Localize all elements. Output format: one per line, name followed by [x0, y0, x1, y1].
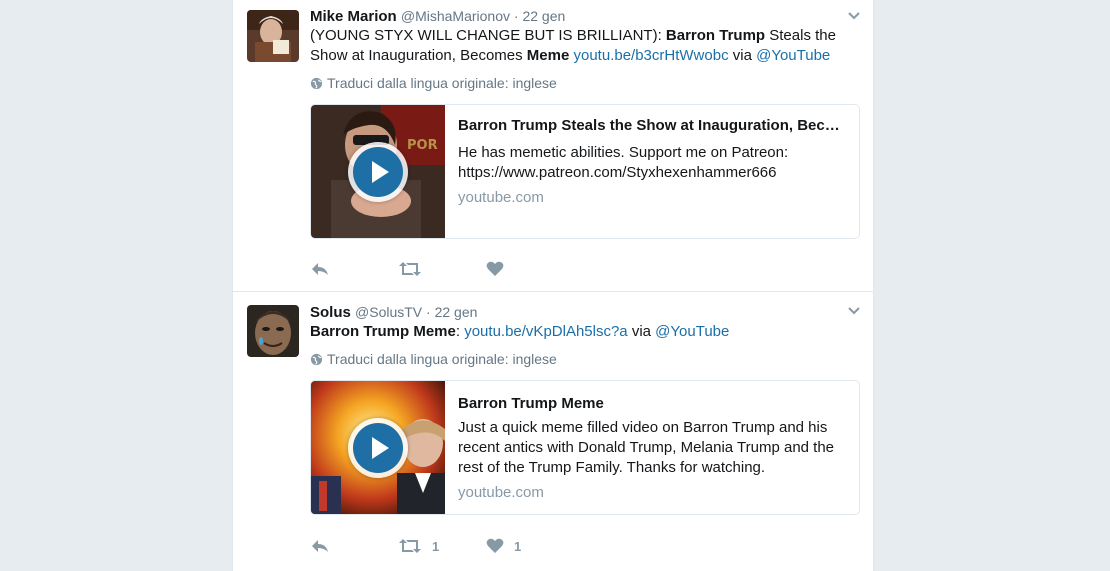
timeline: Mike Marion @MishaMarionov · 22 gen (YOU…: [232, 0, 874, 571]
author-handle[interactable]: @MishaMarionov: [401, 8, 510, 24]
tweet-actions: [310, 259, 514, 279]
tweet-header: Mike Marion @MishaMarionov · 22 gen: [310, 6, 565, 27]
reply-button[interactable]: [310, 261, 398, 277]
mention-link[interactable]: @YouTube: [655, 323, 729, 340]
text-segment: via: [728, 47, 757, 64]
video-thumbnail[interactable]: [311, 381, 445, 514]
reply-button[interactable]: [310, 538, 398, 554]
video-card[interactable]: POR Barron Trump Steals the Show at Inau…: [310, 104, 860, 239]
translate-link[interactable]: Traduci dalla lingua originale: inglese: [310, 74, 557, 92]
retweet-count: 1: [432, 538, 440, 554]
avatar[interactable]: [247, 10, 299, 62]
card-description: He has memetic abilities. Support me on …: [458, 144, 789, 181]
hashtag-bold: Meme: [526, 47, 570, 64]
timestamp[interactable]: 22 gen: [435, 304, 478, 320]
video-thumbnail[interactable]: POR: [311, 105, 445, 238]
translate-link[interactable]: Traduci dalla lingua originale: inglese: [310, 350, 557, 368]
tweet[interactable]: Solus @SolusTV · 22 gen Barron Trump Mem…: [233, 292, 873, 571]
heart-icon: [486, 261, 504, 276]
heart-icon: [486, 538, 504, 553]
tweet-link[interactable]: youtu.be/b3crHtWwobc: [574, 47, 729, 64]
chevron-down-icon[interactable]: [847, 9, 861, 23]
hashtag-bold: Barron Trump Meme: [310, 323, 456, 340]
tweet-text: Barron Trump Meme: youtu.be/vKpDlAh5lsc?…: [310, 322, 850, 342]
translate-label: Traduci dalla lingua originale: inglese: [327, 351, 557, 367]
translate-label: Traduci dalla lingua originale: inglese: [327, 75, 557, 91]
like-button[interactable]: [486, 261, 514, 277]
mention-link[interactable]: @YouTube: [756, 47, 830, 64]
video-card[interactable]: Barron Trump Meme Just a quick meme fill…: [310, 380, 860, 515]
tweet-text: (YOUNG STYX WILL CHANGE BUT IS BRILLIANT…: [310, 26, 850, 66]
avatar[interactable]: [247, 305, 299, 357]
hashtag-bold: Barron Trump: [665, 27, 766, 44]
card-body: Barron Trump Meme Just a quick meme fill…: [458, 391, 853, 503]
text-segment: :: [455, 323, 465, 340]
reply-icon: [312, 263, 328, 275]
chevron-down-icon[interactable]: [847, 304, 861, 318]
like-count: 1: [514, 538, 522, 554]
card-description: Just a quick meme filled video on Barron…: [458, 419, 835, 476]
tweet[interactable]: Mike Marion @MishaMarionov · 22 gen (YOU…: [233, 0, 873, 292]
tweet-actions: 1 1: [310, 536, 521, 556]
globe-icon: [310, 77, 323, 89]
text-segment: via: [627, 323, 656, 340]
author-handle[interactable]: @SolusTV: [355, 304, 422, 320]
retweet-icon: [399, 262, 421, 276]
svg-text:POR: POR: [407, 138, 438, 153]
separator: ·: [422, 304, 435, 320]
timestamp[interactable]: 22 gen: [522, 8, 565, 24]
card-title[interactable]: Barron Trump Meme: [458, 391, 853, 417]
tweet-link[interactable]: youtu.be/vKpDlAh5lsc?a: [464, 323, 627, 340]
author-name[interactable]: Mike Marion: [310, 8, 397, 25]
retweet-button[interactable]: 1: [398, 538, 486, 554]
card-body: Barron Trump Steals the Show at Inaugura…: [458, 113, 853, 208]
author-name[interactable]: Solus: [310, 304, 351, 321]
play-button[interactable]: [348, 142, 408, 202]
like-button[interactable]: 1: [486, 538, 521, 554]
tweet-header: Solus @SolusTV · 22 gen: [310, 302, 477, 323]
card-title[interactable]: Barron Trump Steals the Show at Inaugura…: [458, 113, 853, 139]
retweet-button[interactable]: [398, 261, 486, 277]
reply-icon: [312, 540, 328, 552]
separator: ·: [510, 8, 523, 24]
globe-icon: [310, 353, 323, 365]
card-domain: youtube.com: [458, 484, 544, 501]
card-domain: youtube.com: [458, 189, 544, 206]
play-button[interactable]: [348, 418, 408, 478]
text-segment: (YOUNG STYX WILL CHANGE BUT IS BRILLIANT…: [310, 27, 666, 44]
retweet-icon: [399, 539, 421, 553]
